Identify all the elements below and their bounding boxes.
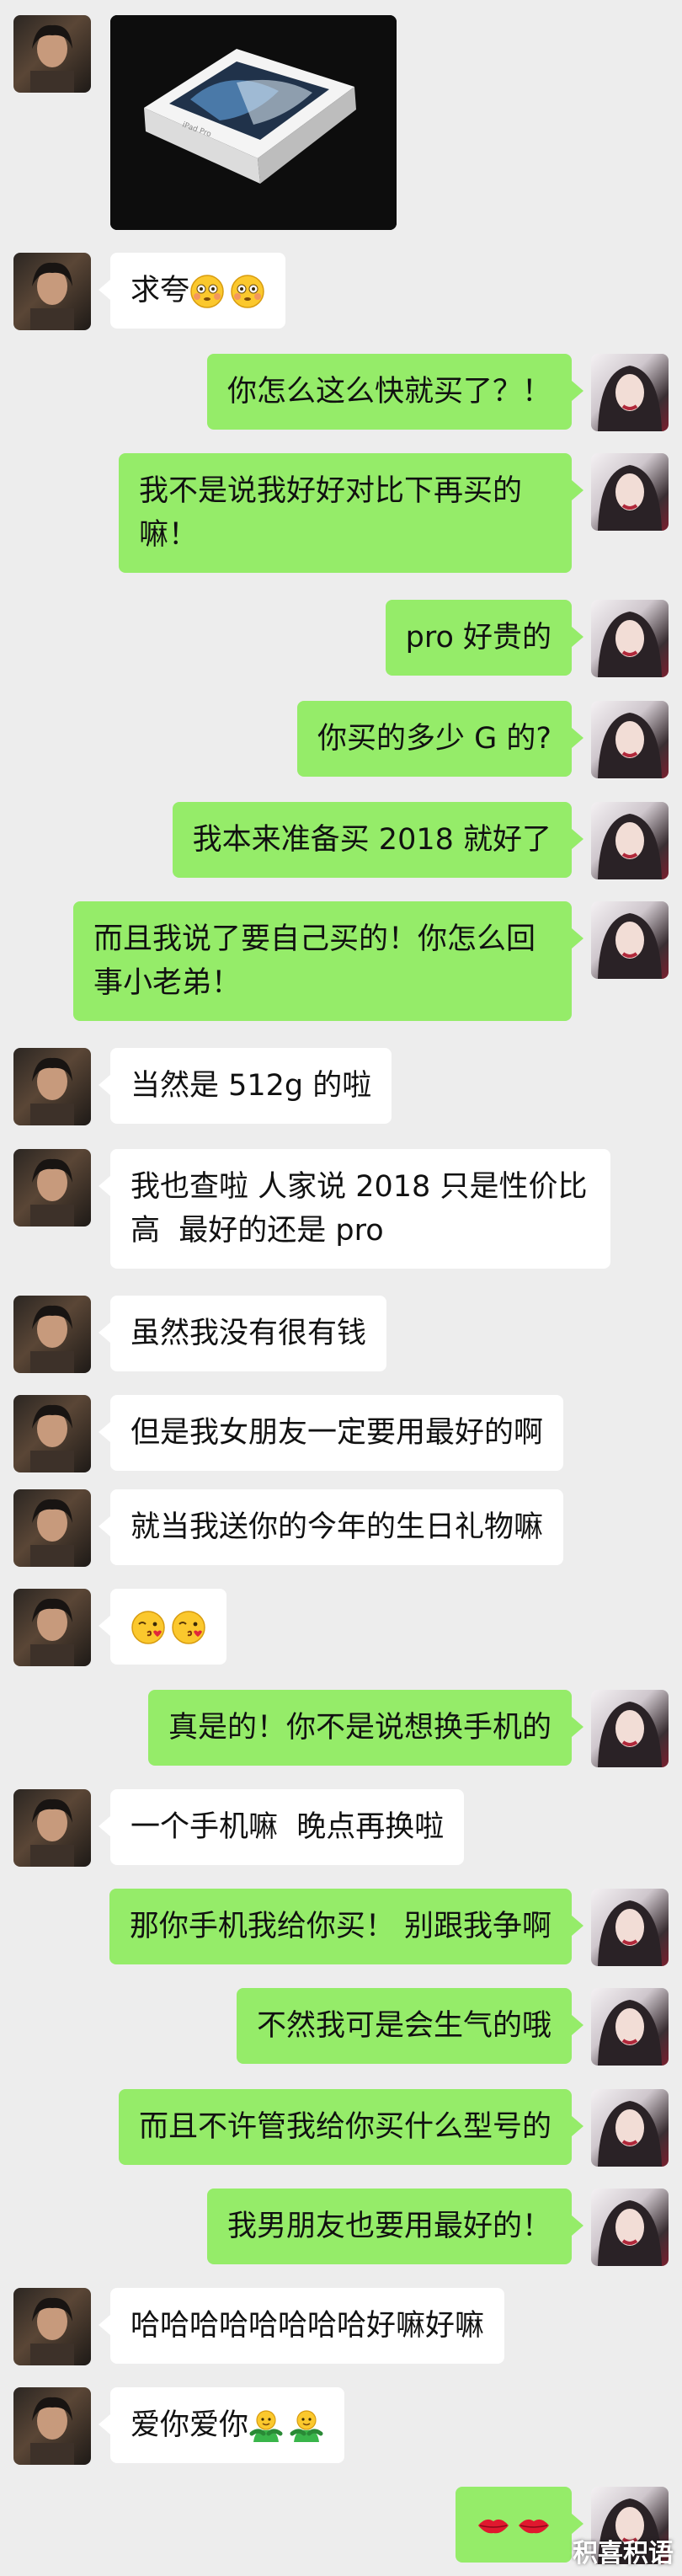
contact-avatar[interactable] — [13, 1296, 91, 1373]
message-bubble[interactable]: pro 好贵的 — [385, 600, 584, 676]
message-bubble[interactable]: 不然我可是会生气的哦 — [236, 1988, 584, 2064]
contact-avatar[interactable] — [13, 1395, 91, 1472]
message-text: 而且不许管我给你买什么型号的 — [138, 2110, 551, 2144]
user-avatar[interactable] — [591, 2189, 669, 2266]
message-text: 你怎么这么快就买了？！ — [226, 375, 551, 409]
kissing-face-icon — [171, 1610, 206, 1645]
user-avatar[interactable] — [591, 1690, 669, 1767]
emoji-group — [248, 2408, 324, 2444]
user-avatar[interactable] — [591, 901, 669, 979]
emoji-group — [476, 2508, 551, 2543]
message-bubble[interactable]: 虽然我没有很有钱 — [98, 1296, 387, 1371]
hug-icon — [248, 2408, 284, 2444]
chat-thread: iPad Pro 求夸 你怎么这么快就买了？！ 我不是说我好好对比下再买的嘛！ … — [0, 0, 682, 2576]
user-avatar[interactable] — [591, 600, 669, 677]
message-text: 哈哈哈哈哈哈哈哈好嘛好嘛 — [131, 2309, 485, 2343]
user-avatar[interactable] — [591, 802, 669, 879]
flushed-face-icon — [230, 274, 265, 309]
contact-avatar[interactable] — [13, 1789, 91, 1867]
message-text: pro 好贵的 — [405, 621, 551, 655]
message-bubble[interactable]: 你怎么这么快就买了？！ — [206, 354, 584, 430]
message-text: 那你手机我给你买！ 别跟我争啊 — [129, 1910, 551, 1943]
message-bubble[interactable]: 就当我送你的今年的生日礼物嘛 — [98, 1489, 564, 1565]
message-text: 我不是说我好好对比下再买的嘛！ — [139, 474, 523, 552]
contact-avatar[interactable] — [13, 1149, 91, 1227]
message-text: 虽然我没有很有钱 — [131, 1317, 367, 1350]
lips-icon — [476, 2508, 511, 2543]
user-avatar[interactable] — [591, 701, 669, 778]
message-bubble[interactable]: 求夸 — [98, 253, 286, 329]
message-bubble[interactable]: 一个手机嘛 晚点再换啦 — [98, 1789, 465, 1865]
user-avatar[interactable] — [591, 1889, 669, 1966]
message-bubble[interactable]: 那你手机我给你买！ 别跟我争啊 — [109, 1889, 584, 1964]
message-text: 一个手机嘛 晚点再换啦 — [131, 1810, 445, 1844]
contact-avatar[interactable] — [13, 1048, 91, 1125]
message-text: 爱你爱你 — [131, 2408, 249, 2442]
message-bubble[interactable]: 爱你爱你 — [98, 2387, 345, 2463]
hug-icon — [289, 2408, 324, 2444]
watermark: 积喜积语 — [573, 2539, 674, 2568]
message-text: 当然是 512g 的啦 — [131, 1069, 372, 1103]
message-text: 就当我送你的今年的生日礼物嘛 — [131, 1510, 544, 1544]
message-text: 但是我女朋友一定要用最好的啊 — [131, 1416, 544, 1450]
message-text: 真是的！你不是说想换手机的 — [168, 1711, 551, 1745]
message-bubble[interactable]: 我不是说我好好对比下再买的嘛！ — [119, 453, 583, 573]
message-text: 你买的多少 G 的? — [317, 722, 551, 756]
contact-avatar[interactable] — [13, 2387, 91, 2465]
message-text: 不然我可是会生气的哦 — [256, 2009, 551, 2043]
contact-avatar[interactable] — [13, 15, 91, 93]
kissing-face-icon — [131, 1610, 166, 1645]
user-avatar[interactable] — [591, 453, 669, 531]
user-avatar[interactable] — [591, 1988, 669, 2066]
message-bubble[interactable]: 哈哈哈哈哈哈哈哈好嘛好嘛 — [98, 2288, 505, 2364]
message-text: 我男朋友也要用最好的！ — [226, 2210, 551, 2243]
message-bubble[interactable]: 你买的多少 G 的? — [297, 701, 583, 777]
contact-avatar[interactable] — [13, 253, 91, 330]
message-text: 我本来准备买 2018 就好了 — [192, 823, 551, 857]
message-bubble[interactable]: 我男朋友也要用最好的！ — [206, 2189, 584, 2264]
user-avatar[interactable] — [591, 354, 669, 431]
emoji-group — [131, 1610, 206, 1645]
message-bubble[interactable]: 而且我说了要自己买的！你怎么回事小老弟！ — [73, 901, 583, 1021]
emoji-group — [189, 274, 265, 309]
message-text: 求夸 — [131, 274, 190, 307]
ipad-pro-box-photo[interactable]: iPad Pro — [110, 15, 397, 230]
message-text: 我也查啦 人家说 2018 只是性价比高 最好的还是 pro — [131, 1170, 588, 1248]
message-bubble[interactable]: 而且不许管我给你买什么型号的 — [118, 2089, 584, 2165]
message-text: 而且我说了要自己买的！你怎么回事小老弟！ — [93, 922, 536, 1000]
message-bubble[interactable] — [456, 2487, 583, 2563]
message-bubble[interactable]: 真是的！你不是说想换手机的 — [147, 1690, 584, 1766]
contact-avatar[interactable] — [13, 1589, 91, 1666]
message-bubble[interactable]: 我本来准备买 2018 就好了 — [172, 802, 584, 878]
message-bubble[interactable]: 但是我女朋友一定要用最好的啊 — [98, 1395, 564, 1471]
lips-icon — [516, 2508, 551, 2543]
flushed-face-icon — [189, 274, 225, 309]
message-bubble[interactable] — [99, 1589, 226, 1665]
user-avatar[interactable] — [591, 2089, 669, 2167]
contact-avatar[interactable] — [13, 1489, 91, 1567]
message-bubble[interactable]: 我也查啦 人家说 2018 只是性价比高 最好的还是 pro — [99, 1149, 610, 1269]
message-bubble[interactable]: 当然是 512g 的啦 — [98, 1048, 392, 1124]
contact-avatar[interactable] — [13, 2288, 91, 2365]
